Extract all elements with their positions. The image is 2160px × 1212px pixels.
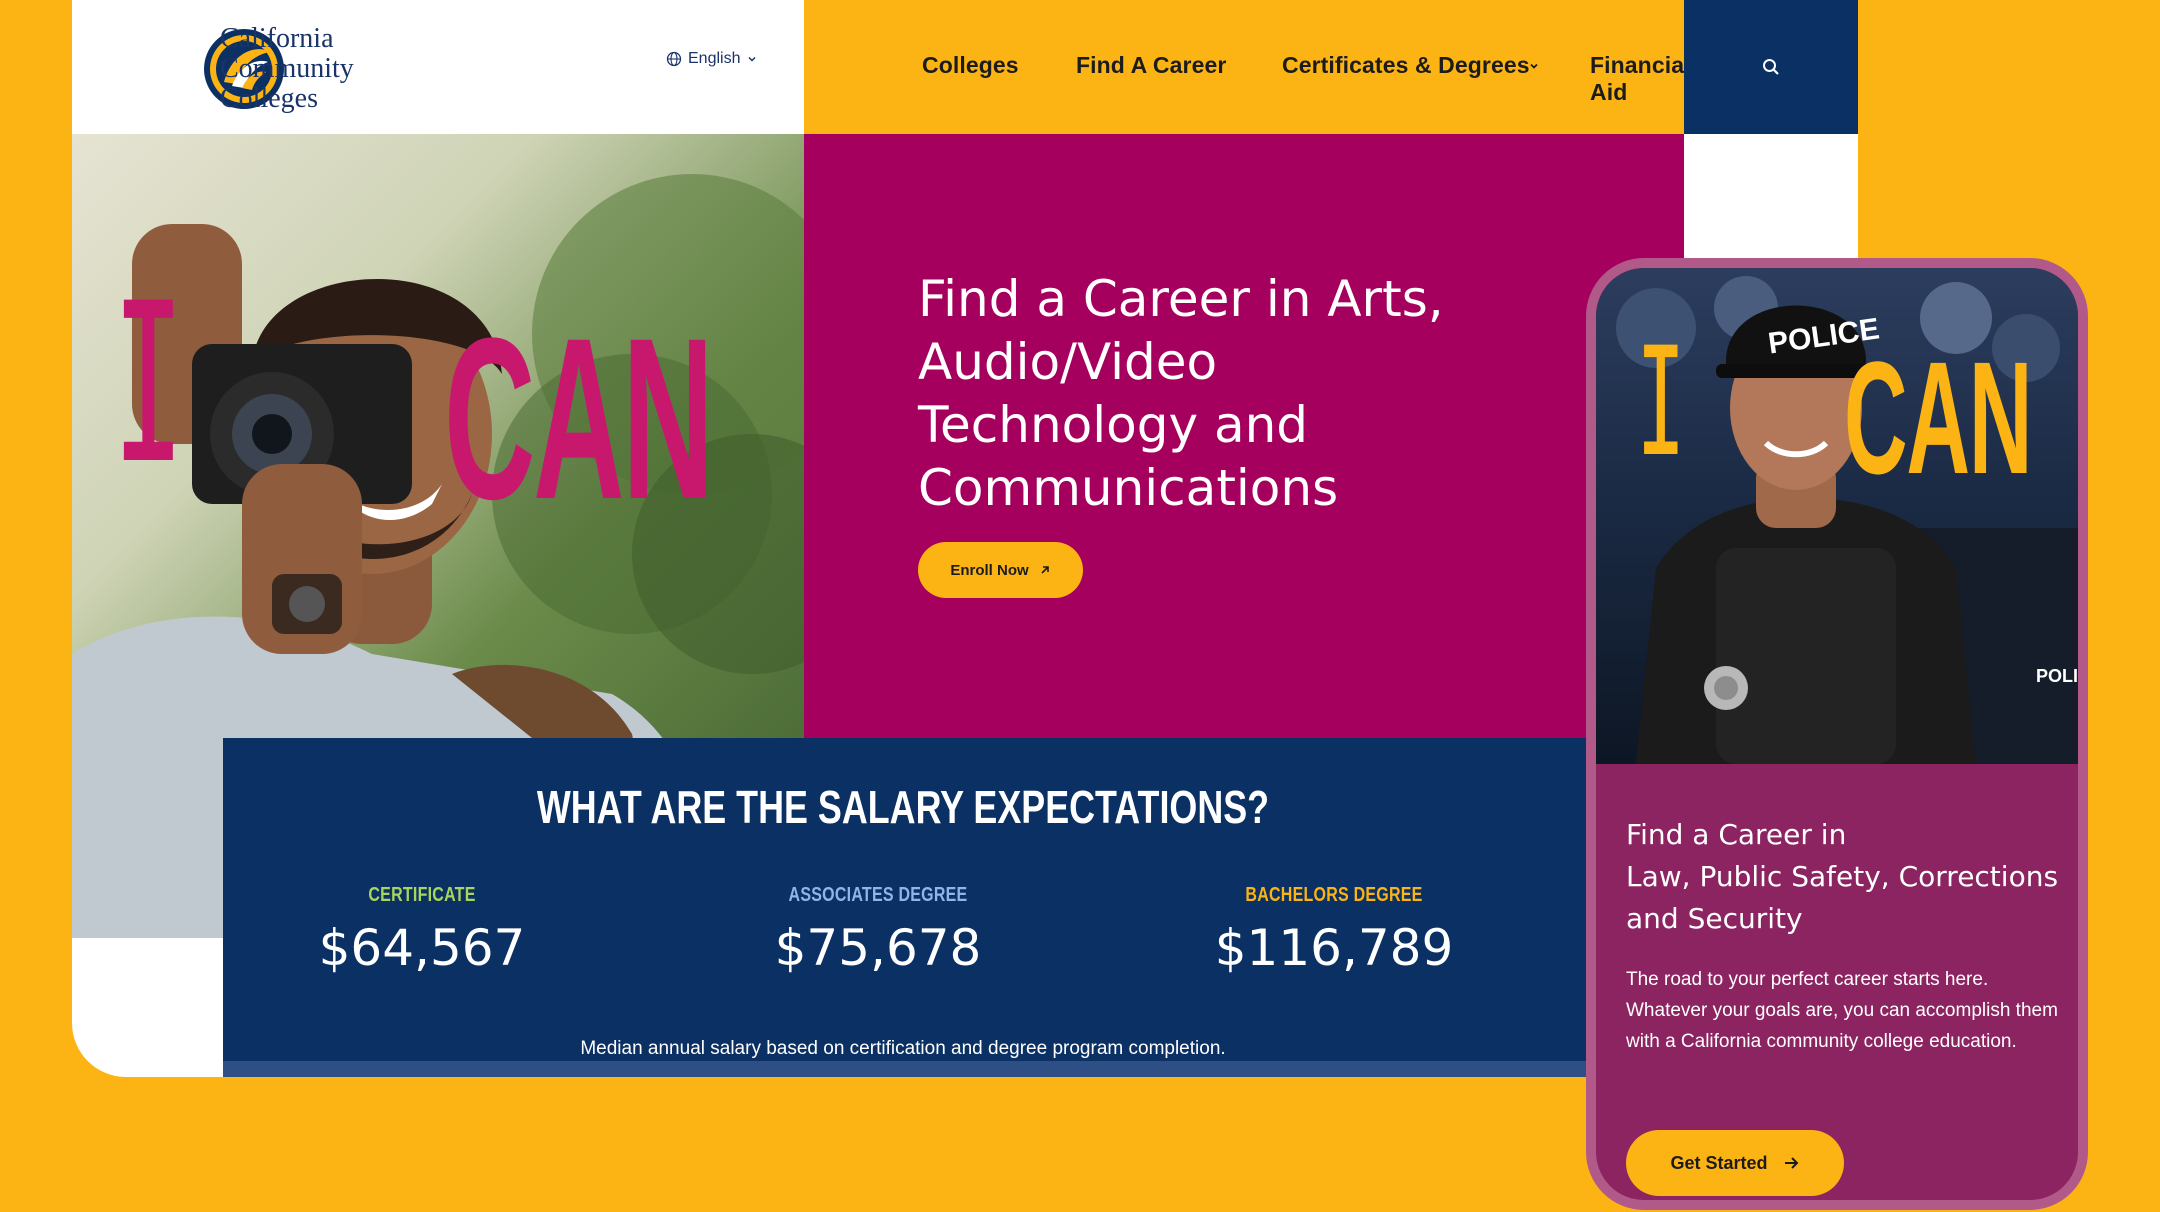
- mobile-title-line-2: Law, Public Safety, Corrections: [1626, 860, 2059, 893]
- mobile-hero-photo: POLICE POLICE I CAN: [1596, 268, 2078, 764]
- salary-heading: WHAT ARE THE SALARY EXPECTATIONS?: [536, 781, 1270, 833]
- get-started-label: Get Started: [1670, 1152, 1768, 1173]
- mobile-body-text: The road to your perfect career starts h…: [1626, 969, 2058, 1052]
- search-icon: [1763, 59, 1779, 75]
- salary-value: $75,678: [774, 919, 982, 977]
- salary-bottom-bar: [223, 1061, 1684, 1077]
- chevron-down-icon: [748, 56, 757, 62]
- language-selector[interactable]: English: [666, 50, 758, 68]
- mobile-title-line-3: and Security: [1626, 902, 1803, 935]
- salary-label: BACHELORS DEGREE: [1245, 884, 1423, 906]
- salary-label: CERTIFICATE: [368, 884, 476, 906]
- search-button[interactable]: [1684, 0, 1858, 134]
- arrow-right-icon: [1784, 1157, 1798, 1169]
- salary-bachelors: BACHELORS DEGREE $116,789: [1169, 884, 1499, 977]
- hero-overlay-i: I: [112, 256, 185, 512]
- brand-line-1: California: [220, 23, 334, 54]
- brand-line-2: Community: [220, 53, 354, 84]
- nav-financial-aid[interactable]: Financial Aid: [1590, 52, 1691, 106]
- arrow-up-right-icon: [1041, 566, 1049, 574]
- mobile-title-line-1: Find a Career in: [1626, 818, 1847, 851]
- hero-panel: Find a Career in Arts, Audio/Video Techn…: [804, 134, 1684, 738]
- enroll-now-label: Enroll Now: [950, 561, 1029, 579]
- brand-name[interactable]: California Community Colleges: [220, 24, 410, 114]
- mobile-overlay-i: I: [1636, 316, 1686, 490]
- salary-value: $64,567: [318, 919, 526, 977]
- chevron-down-icon[interactable]: [1528, 60, 1540, 72]
- salary-value: $116,789: [1214, 919, 1454, 977]
- nav-find-a-career[interactable]: Find A Career: [1076, 52, 1226, 79]
- nav-certificates-degrees[interactable]: Certificates & Degrees: [1282, 52, 1530, 79]
- main-nav: Colleges Find A Career Certificates & De…: [804, 0, 1690, 134]
- salary-associates: ASSOCIATES DEGREE $75,678: [713, 884, 1043, 977]
- enroll-now-button[interactable]: Enroll Now: [918, 542, 1083, 598]
- hero-title: Find a Career in Arts, Audio/Video Techn…: [918, 270, 1444, 517]
- nav-colleges[interactable]: Colleges: [922, 52, 1019, 79]
- mobile-overlay-can: CAN: [1844, 328, 2032, 507]
- get-started-button[interactable]: Get Started: [1626, 1130, 1844, 1196]
- salary-certificate: CERTIFICATE $64,567: [257, 884, 587, 977]
- brand-line-3: Colleges: [220, 83, 318, 114]
- globe-icon: [666, 51, 682, 67]
- mobile-title: Find a Career in Law, Public Safety, Cor…: [1626, 814, 2066, 940]
- salary-label: ASSOCIATES DEGREE: [788, 884, 968, 906]
- salary-section: WHAT ARE THE SALARY EXPECTATIONS? CERTIF…: [223, 738, 1684, 1077]
- language-label: English: [688, 50, 741, 67]
- salary-note: Median annual salary based on certificat…: [580, 1038, 1226, 1059]
- vest-text: POLICE: [2036, 666, 2078, 686]
- mobile-mockup: POLICE POLICE I CAN Find a Career in Law…: [1586, 258, 2088, 1210]
- hero-overlay-can: CAN: [444, 290, 714, 547]
